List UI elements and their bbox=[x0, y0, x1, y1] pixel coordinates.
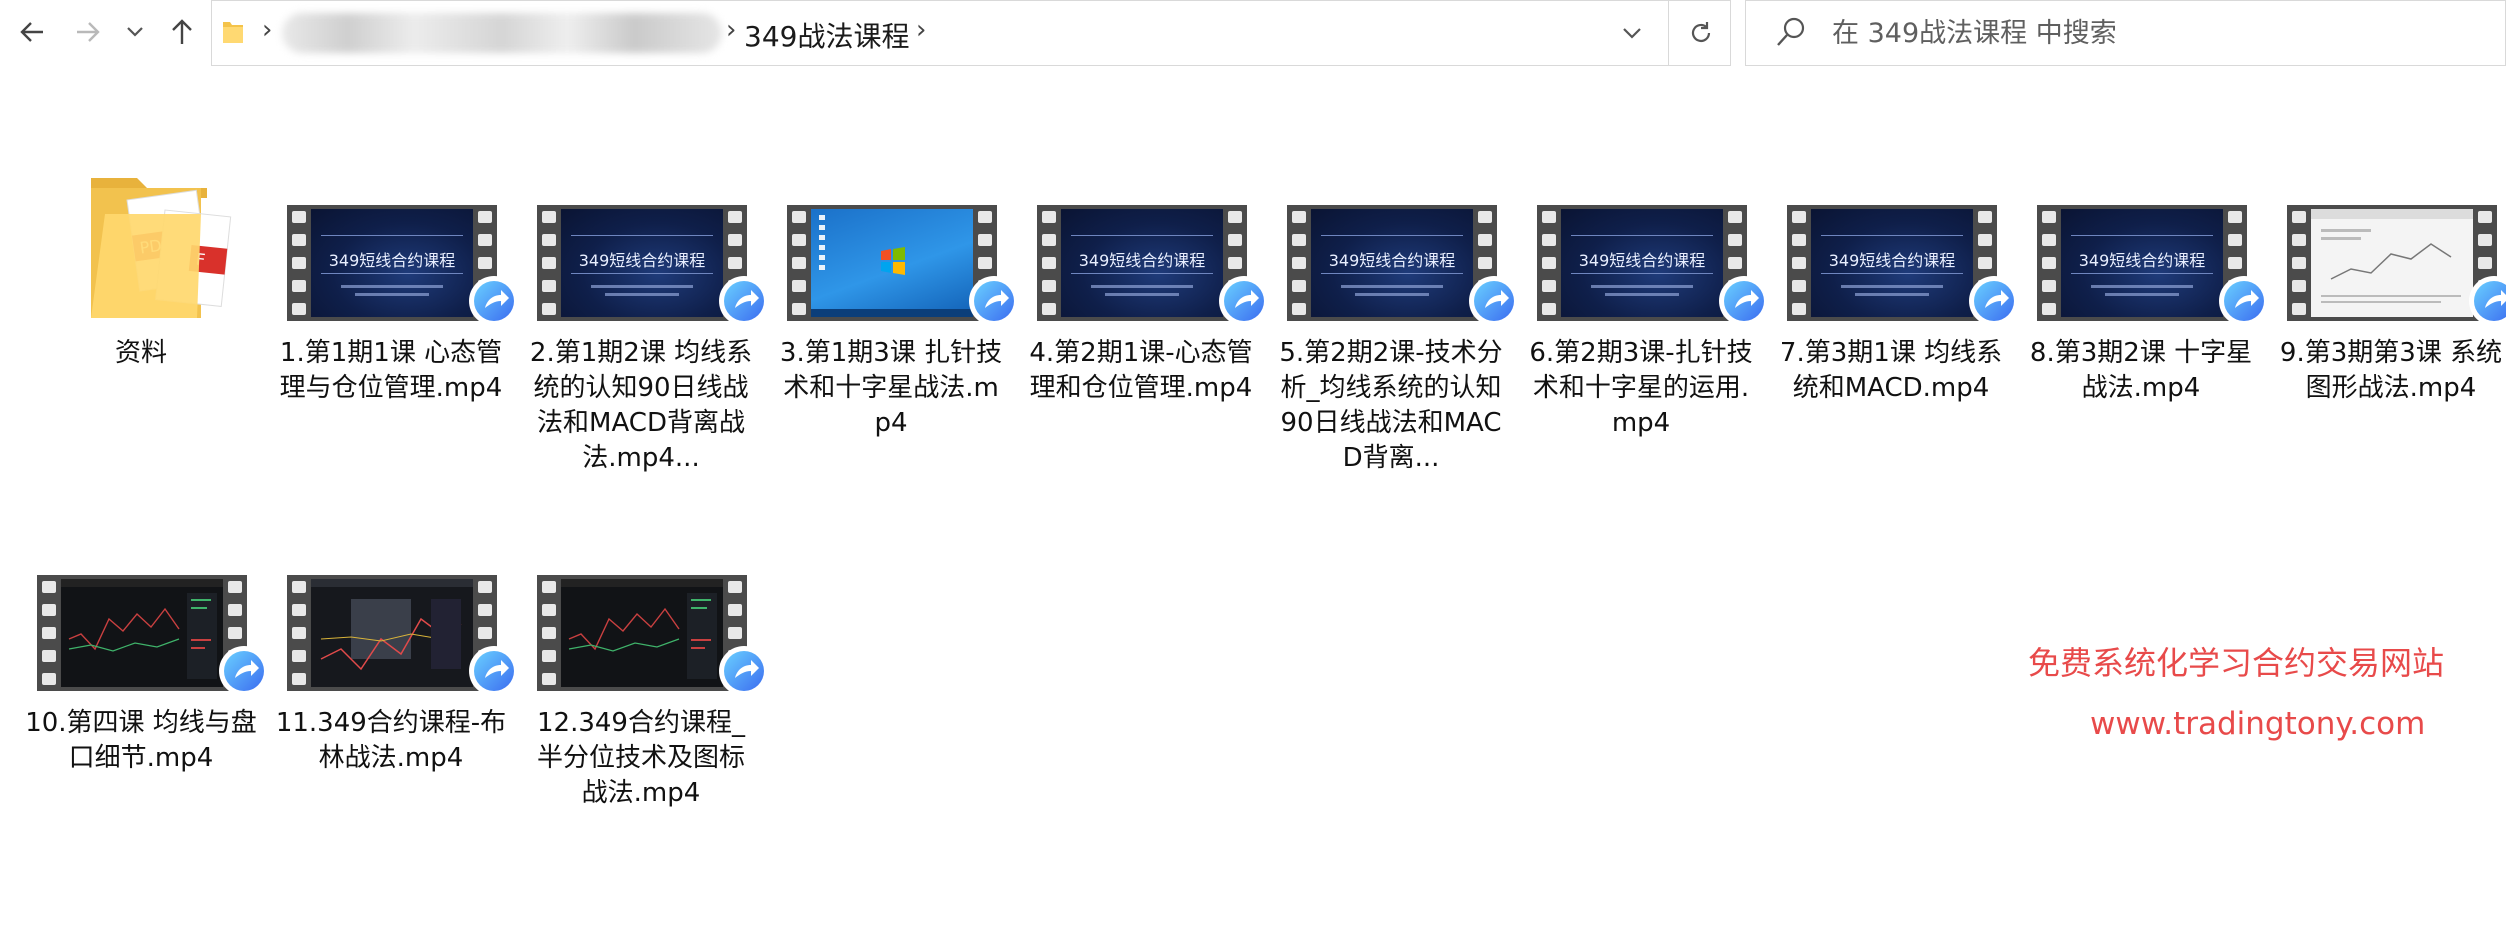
item-thumbnail[interactable] bbox=[25, 470, 267, 700]
breadcrumb-separator-icon: › bbox=[262, 15, 273, 45]
slide-title: 349短线合约课程 bbox=[578, 251, 706, 270]
address-history-dropdown[interactable] bbox=[1607, 11, 1657, 55]
file-name-label: 3.第1期3课 扎针技术和十字星战法.mp4 bbox=[779, 338, 1003, 438]
item-thumbnail[interactable]: 349短线合约课程 bbox=[1275, 100, 1517, 330]
video-thumbnail: 349短线合约课程 bbox=[1037, 205, 1247, 321]
arrow-right-icon[interactable] bbox=[66, 10, 110, 54]
item-thumbnail[interactable] bbox=[525, 470, 767, 700]
slide-title: 349短线合约课程 bbox=[328, 251, 456, 270]
media-player-icon bbox=[221, 648, 267, 694]
breadcrumb-current-folder[interactable]: 349战法课程 bbox=[744, 15, 909, 55]
file-name-label: 6.第2期3课-扎针技术和十字星的运用.mp4 bbox=[1529, 338, 1753, 438]
file-name-label: 资料 bbox=[114, 338, 167, 368]
item-thumbnail[interactable] bbox=[2275, 100, 2506, 330]
video-thumbnail bbox=[37, 575, 247, 691]
media-player-icon bbox=[471, 648, 517, 694]
file-name-label: 1.第1期1课 心态管理与仓位管理.mp4 bbox=[279, 338, 503, 403]
address-bar[interactable]: › › 349战法课程 › bbox=[211, 0, 1731, 66]
watermark-text: 免费系统化学习合约交易网站 bbox=[2028, 644, 2445, 682]
watermark-url: www.tradingtony.com bbox=[2090, 706, 2426, 742]
media-player-icon bbox=[1471, 278, 1517, 324]
media-player-icon bbox=[471, 278, 517, 324]
video-thumbnail: 349短线合约课程 bbox=[287, 205, 497, 321]
item-thumbnail[interactable]: 349短线合约课程 bbox=[275, 100, 517, 330]
search-input[interactable] bbox=[1832, 13, 2432, 53]
item-thumbnail[interactable]: 349短线合约课程 bbox=[1525, 100, 1767, 330]
file-name-label: 5.第2期2课-技术分析_均线系统的认知90日线战法和MACD背离... bbox=[1279, 338, 1503, 473]
video-thumbnail bbox=[537, 575, 747, 691]
slide-title: 349短线合约课程 bbox=[1078, 251, 1206, 270]
folder-icon bbox=[223, 22, 243, 43]
item-thumbnail[interactable]: 349短线合约课程 bbox=[1025, 100, 1267, 330]
chevron-down-icon[interactable] bbox=[118, 10, 152, 54]
video-thumbnail: 349短线合约课程 bbox=[537, 205, 747, 321]
item-thumbnail[interactable] bbox=[275, 470, 517, 700]
media-player-icon bbox=[1721, 278, 1767, 324]
slide-title: 349短线合约课程 bbox=[2078, 251, 2206, 270]
item-thumbnail[interactable]: 349短线合约课程 bbox=[1775, 100, 2017, 330]
breadcrumb-separator-icon[interactable]: › bbox=[916, 15, 926, 45]
navigation-bar: › › 349战法课程 › bbox=[0, 0, 2506, 68]
item-thumbnail[interactable]: 349短线合约课程 bbox=[2025, 100, 2267, 330]
file-name-label: 4.第2期1课-心态管理和仓位管理.mp4 bbox=[1029, 338, 1253, 403]
item-thumbnail[interactable] bbox=[775, 100, 1017, 330]
file-name-label: 2.第1期2课 均线系统的认知90日线战法和MACD背离战法.mp4... bbox=[529, 338, 753, 473]
media-player-icon bbox=[721, 278, 767, 324]
arrow-up-icon[interactable] bbox=[160, 10, 204, 54]
video-thumbnail: 349短线合约课程 bbox=[1537, 205, 1747, 321]
search-icon bbox=[1777, 17, 1805, 46]
slide-title: 349短线合约课程 bbox=[1578, 251, 1706, 270]
arrow-left-icon[interactable] bbox=[10, 10, 54, 54]
media-player-icon bbox=[721, 648, 767, 694]
file-name-label: 9.第3期第3课 系统图形战法.mp4 bbox=[2279, 338, 2503, 403]
media-player-icon bbox=[2471, 278, 2506, 324]
breadcrumb-blurred-path[interactable] bbox=[282, 13, 722, 53]
slide-title: 349短线合约课程 bbox=[1828, 251, 1956, 270]
search-box[interactable] bbox=[1745, 0, 2506, 66]
file-name-label: 11.349合约课程-布林战法.mp4 bbox=[275, 708, 507, 773]
breadcrumb-separator-icon: › bbox=[726, 15, 737, 45]
media-player-icon bbox=[1971, 278, 2017, 324]
media-player-icon bbox=[1221, 278, 1267, 324]
refresh-icon[interactable] bbox=[1668, 1, 1733, 65]
file-name-label: 10.第四课 均线与盘口细节.mp4 bbox=[25, 708, 257, 773]
folder-icon: PDFF bbox=[65, 170, 245, 326]
video-thumbnail: 349短线合约课程 bbox=[1287, 205, 1497, 321]
item-thumbnail[interactable]: PDFF bbox=[25, 100, 257, 330]
video-thumbnail bbox=[2287, 205, 2497, 321]
slide-title: 349短线合约课程 bbox=[1328, 251, 1456, 270]
video-thumbnail: 349短线合约课程 bbox=[2037, 205, 2247, 321]
file-name-label: 12.349合约课程_半分位技术及图标战法.mp4 bbox=[536, 708, 745, 808]
video-thumbnail: 349短线合约课程 bbox=[1787, 205, 1997, 321]
media-player-icon bbox=[2221, 278, 2267, 324]
item-thumbnail[interactable]: 349短线合约课程 bbox=[525, 100, 767, 330]
video-thumbnail bbox=[787, 205, 997, 321]
media-player-icon bbox=[971, 278, 1017, 324]
file-name-label: 7.第3期1课 均线系统和MACD.mp4 bbox=[1779, 338, 2003, 403]
video-thumbnail bbox=[287, 575, 497, 691]
file-name-label: 8.第3期2课 十字星战法.mp4 bbox=[2029, 338, 2253, 403]
